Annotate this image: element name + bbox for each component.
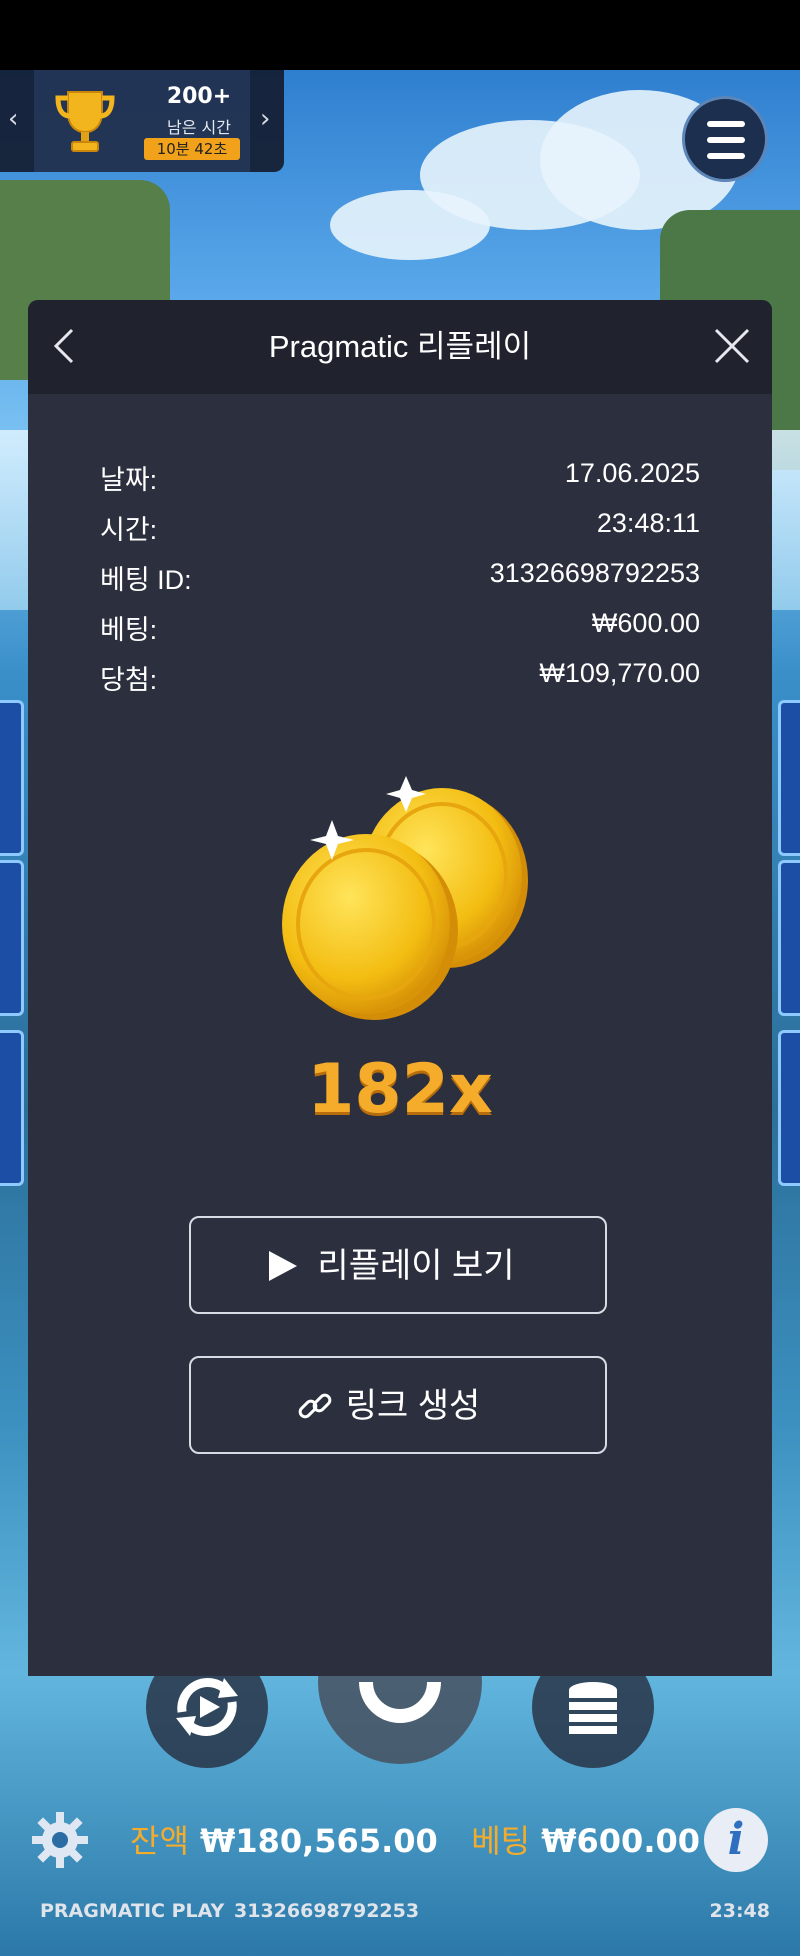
menu-icon-line xyxy=(707,137,745,143)
reel-tile xyxy=(778,700,800,856)
info-key: 베팅 ID: xyxy=(100,565,192,595)
win-multiplier: 182x xyxy=(307,1050,493,1129)
footer: PRAGMATIC PLAY 31326698792253 23:48 xyxy=(0,1892,800,1932)
dialog-title: Pragmatic 리플레이 xyxy=(268,329,532,364)
info-row-win: 당첨: ₩109,770.00 xyxy=(100,658,700,698)
info-value: 23:48:11 xyxy=(596,508,700,538)
info-row-bet: 베팅: ₩600.00 xyxy=(100,608,700,648)
info-row-time: 시간: 23:48:11 xyxy=(100,508,700,548)
info-value: 17.06.2025 xyxy=(564,458,700,488)
info-key: 시간: xyxy=(100,515,158,545)
cloud xyxy=(330,190,490,260)
reel-tile xyxy=(0,700,24,856)
reel-tile xyxy=(0,1030,24,1186)
waterfall xyxy=(772,430,800,610)
info-value: 31326698792253 xyxy=(489,558,700,588)
info-icon[interactable]: i xyxy=(704,1808,768,1872)
balance-value: ₩180,565.00 xyxy=(200,1822,438,1860)
menu-button[interactable] xyxy=(682,96,768,182)
footer-clock: 23:48 xyxy=(709,1900,770,1922)
create-link-label: 링크 생성 xyxy=(345,1387,481,1425)
info-key: 날짜: xyxy=(100,465,158,495)
menu-icon xyxy=(707,121,745,127)
brand-name: PRAGMATIC PLAY xyxy=(40,1900,225,1922)
status-bar-area xyxy=(0,0,800,70)
footer-bet-id: 31326698792253 xyxy=(234,1900,420,1922)
menu-icon-line xyxy=(707,153,745,159)
balance-bar: 잔액 ₩180,565.00 베팅 ₩600.00 xyxy=(130,1816,700,1862)
close-icon[interactable] xyxy=(710,324,754,368)
info-row-date: 날짜: 17.06.2025 xyxy=(100,458,700,498)
coins-icon xyxy=(282,776,528,1020)
create-link-button[interactable]: 링크 생성 xyxy=(189,1356,607,1454)
tournament-widget[interactable]: ‹ 200+ 남은 시간 10분 42초 › xyxy=(0,70,284,172)
info-key: 베팅: xyxy=(100,615,158,645)
info-row-bet-id: 베팅 ID: 31326698792253 xyxy=(100,558,700,598)
watch-replay-button[interactable]: 리플레이 보기 xyxy=(189,1216,607,1314)
reel-tile xyxy=(778,1030,800,1186)
reel-tile xyxy=(0,860,24,1016)
tournament-time-label: 남은 시간 xyxy=(167,118,231,137)
bet-value: ₩600.00 xyxy=(541,1822,700,1860)
chevron-right-icon[interactable]: › xyxy=(260,104,270,134)
waterfall xyxy=(0,430,28,610)
watch-replay-label: 리플레이 보기 xyxy=(317,1247,515,1285)
reel-tile xyxy=(778,860,800,1016)
trophy-icon xyxy=(55,91,115,152)
tournament-score: 200+ xyxy=(166,84,232,109)
tournament-panel: 200+ 남은 시간 10분 42초 xyxy=(34,70,250,172)
dialog-header: Pragmatic 리플레이 xyxy=(28,300,772,394)
bet-label: 베팅 xyxy=(471,1822,531,1860)
tournament-timer: 10분 42초 xyxy=(144,138,240,160)
chevron-left-icon[interactable]: ‹ xyxy=(8,104,18,134)
info-value: ₩600.00 xyxy=(591,608,700,638)
balance-label: 잔액 xyxy=(130,1822,189,1860)
info-key: 당첨: xyxy=(100,665,158,695)
info-value: ₩109,770.00 xyxy=(539,658,700,688)
gear-icon[interactable] xyxy=(30,1810,90,1870)
replay-dialog: Pragmatic 리플레이 날짜: 17.06.2025 시간: 23:48:… xyxy=(28,300,772,1676)
